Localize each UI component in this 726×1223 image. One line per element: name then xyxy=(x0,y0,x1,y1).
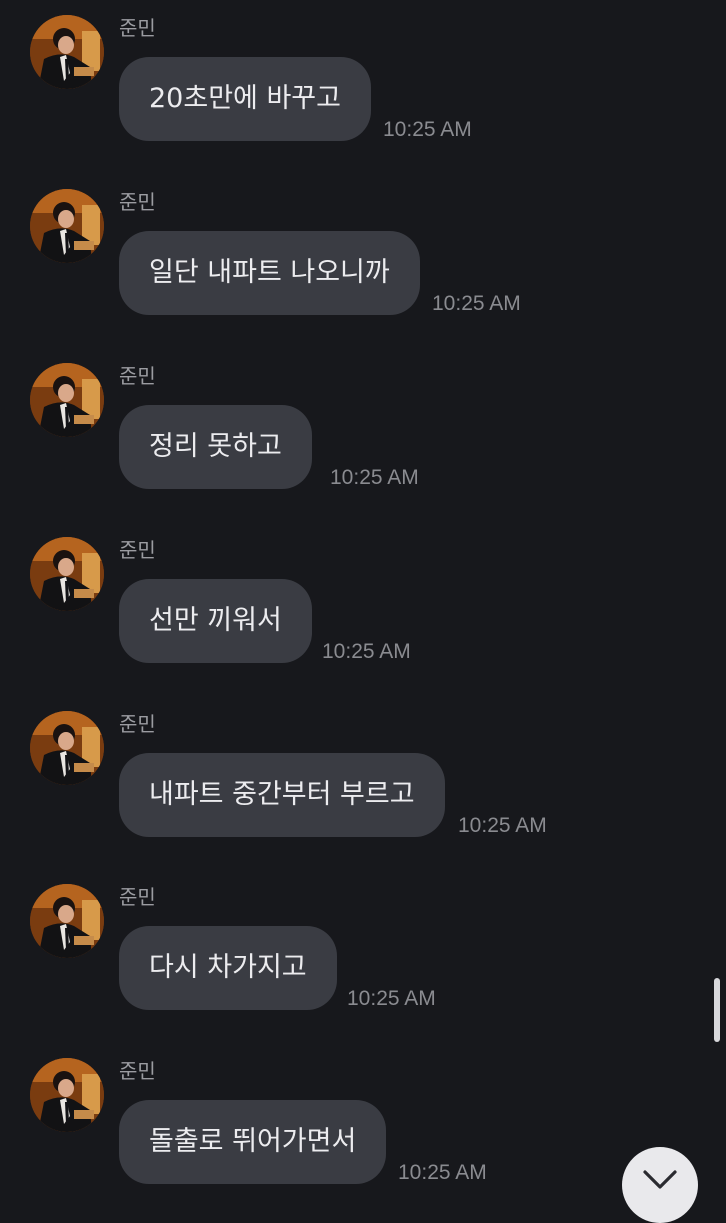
avatar[interactable] xyxy=(30,884,104,958)
sender-name: 준민 xyxy=(119,190,156,214)
message-bubble[interactable]: 20초만에 바꾸고 xyxy=(119,57,371,141)
message-timestamp: 10:25 AM xyxy=(432,292,521,315)
chevron-down-icon xyxy=(643,1170,677,1189)
message-timestamp: 10:25 AM xyxy=(330,466,419,489)
message-bubble[interactable]: 정리 못하고 xyxy=(119,405,312,489)
chat-message: 준민 돌출로 뛰어가면서 10:25 AM xyxy=(0,1043,726,1203)
chat-message: 준민 20초만에 바꾸고 10:25 AM xyxy=(0,0,726,160)
message-timestamp: 10:25 AM xyxy=(458,814,547,837)
message-bubble[interactable]: 내파트 중간부터 부르고 xyxy=(119,753,445,837)
sender-name: 준민 xyxy=(119,712,156,736)
message-timestamp: 10:25 AM xyxy=(347,987,436,1010)
sender-name: 준민 xyxy=(119,16,156,40)
avatar[interactable] xyxy=(30,537,104,611)
avatar[interactable] xyxy=(30,189,104,263)
avatar[interactable] xyxy=(30,15,104,89)
sender-name: 준민 xyxy=(119,1059,156,1083)
message-timestamp: 10:25 AM xyxy=(322,640,411,663)
avatar[interactable] xyxy=(30,363,104,437)
scrollbar-thumb[interactable] xyxy=(714,978,720,1042)
message-bubble[interactable]: 일단 내파트 나오니까 xyxy=(119,231,420,315)
chat-message: 준민 내파트 중간부터 부르고 10:25 AM xyxy=(0,696,726,856)
chat-message: 준민 다시 차가지고 10:25 AM xyxy=(0,869,726,1029)
scroll-to-bottom-button[interactable] xyxy=(622,1147,698,1223)
sender-name: 준민 xyxy=(119,885,156,909)
sender-name: 준민 xyxy=(119,364,156,388)
message-bubble[interactable]: 선만 끼워서 xyxy=(119,579,312,663)
sender-name: 준민 xyxy=(119,538,156,562)
chat-message: 준민 일단 내파트 나오니까 10:25 AM xyxy=(0,174,726,334)
message-timestamp: 10:25 AM xyxy=(383,118,472,141)
message-timestamp: 10:25 AM xyxy=(398,1161,487,1184)
chat-message-list[interactable]: 준민 20초만에 바꾸고 10:25 AM 준민 일단 내파트 나오니까 10:… xyxy=(0,0,726,1200)
avatar[interactable] xyxy=(30,711,104,785)
message-bubble[interactable]: 돌출로 뛰어가면서 xyxy=(119,1100,387,1184)
avatar[interactable] xyxy=(30,1058,104,1132)
message-bubble[interactable]: 다시 차가지고 xyxy=(119,926,337,1010)
chat-message: 준민 정리 못하고 10:25 AM xyxy=(0,348,726,508)
chat-message: 준민 선만 끼워서 10:25 AM xyxy=(0,522,726,682)
